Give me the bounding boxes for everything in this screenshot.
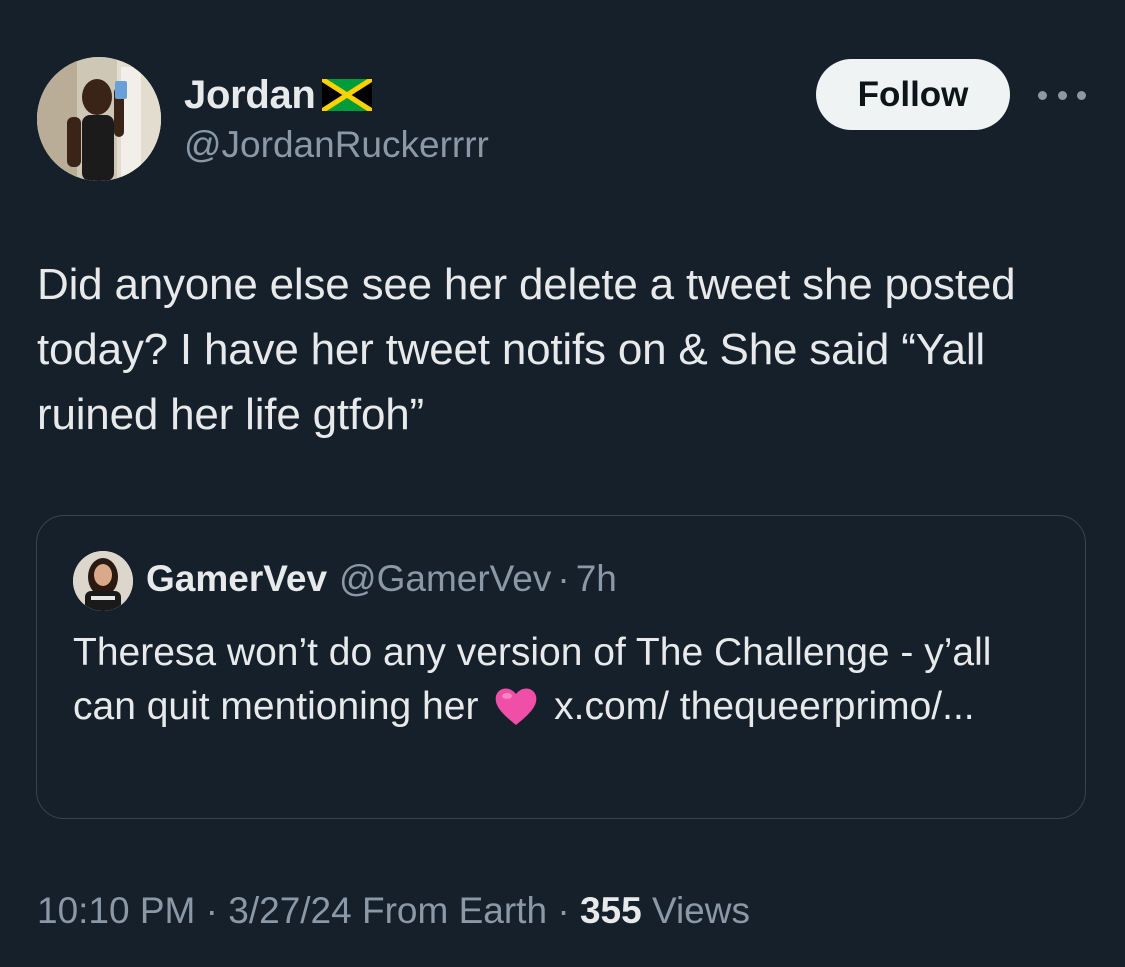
more-dot bbox=[1038, 90, 1047, 100]
author-name-row: Jordan bbox=[184, 72, 372, 118]
tweet-meta: 10:10 PM · 3/27/24 From Earth · 355 View… bbox=[37, 890, 750, 932]
quoted-tweet-text: Theresa won’t do any version of The Chal… bbox=[73, 626, 1053, 734]
quoted-tweet-header: GamerVev @GamerVev · 7h bbox=[146, 558, 617, 600]
more-dot bbox=[1077, 90, 1086, 100]
quoted-author-handle[interactable]: @GamerVev bbox=[339, 558, 551, 600]
quoted-link[interactable]: x.com/ thequeerprimo/... bbox=[554, 685, 975, 728]
more-dot bbox=[1057, 90, 1067, 100]
quoted-timestamp: 7h bbox=[575, 558, 617, 599]
author-avatar[interactable] bbox=[37, 57, 161, 181]
more-horizontal-icon[interactable] bbox=[1038, 85, 1086, 105]
quoted-tweet-card[interactable]: GamerVev @GamerVev · 7h Theresa won’t do… bbox=[36, 515, 1086, 819]
follow-button[interactable]: Follow bbox=[816, 59, 1010, 130]
tweet-date: 3/27/24 bbox=[228, 890, 352, 931]
quoted-author-name[interactable]: GamerVev bbox=[146, 558, 327, 600]
author-display-name[interactable]: Jordan bbox=[184, 73, 316, 118]
pink-heart-icon bbox=[495, 688, 537, 725]
author-avatar-image bbox=[37, 57, 161, 181]
tweet-source: From Earth bbox=[362, 890, 548, 931]
quoted-author-avatar[interactable] bbox=[73, 551, 133, 611]
jamaica-flag-icon bbox=[321, 79, 372, 111]
tweet: Jordan @JordanRuckerrrr Follow Did anyon… bbox=[0, 0, 1125, 967]
meta-separator: · bbox=[205, 890, 218, 931]
tweet-time: 10:10 PM bbox=[37, 890, 196, 931]
tweet-text: Did anyone else see her delete a tweet s… bbox=[37, 260, 1016, 439]
quoted-author-avatar-image bbox=[73, 551, 133, 611]
author-handle[interactable]: @JordanRuckerrrr bbox=[184, 124, 489, 166]
quoted-separator: · bbox=[557, 558, 570, 599]
views-label: Views bbox=[651, 890, 750, 931]
meta-separator: · bbox=[557, 890, 570, 931]
views-count[interactable]: 355 bbox=[580, 890, 642, 931]
